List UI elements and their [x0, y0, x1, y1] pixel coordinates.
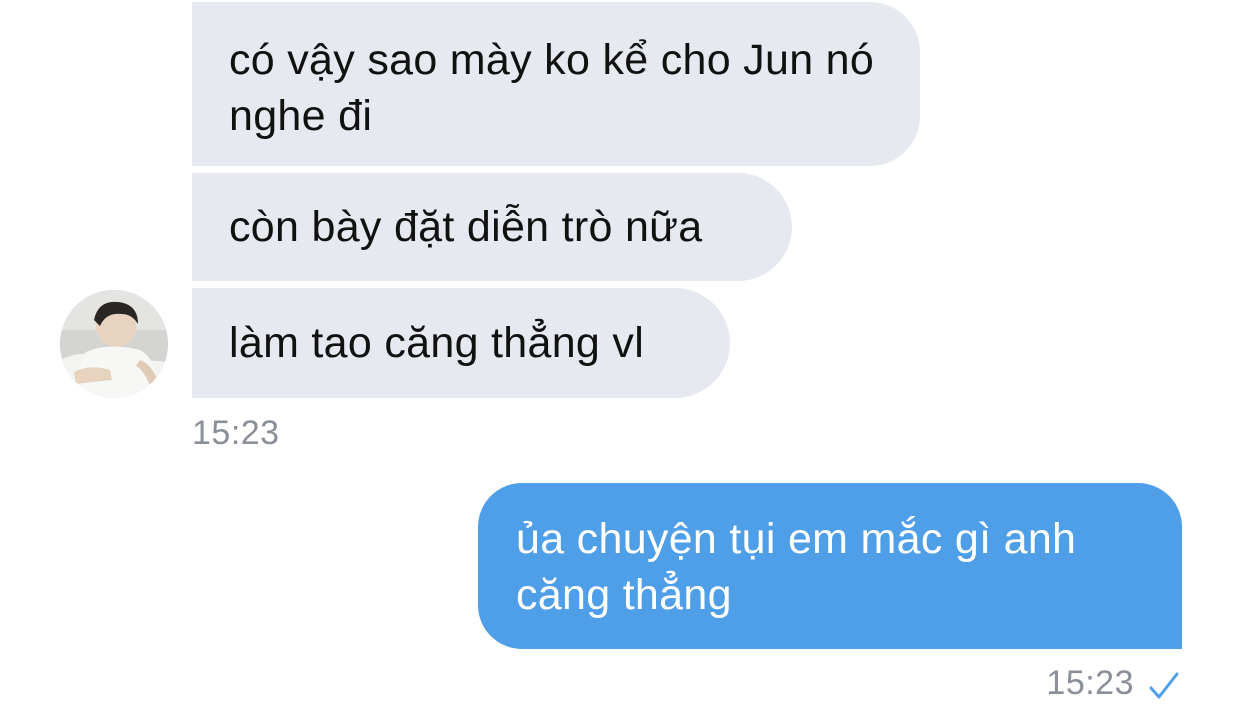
- outgoing-message[interactable]: ủa chuyện tụi em mắc gì anh căng thẳng: [478, 483, 1182, 649]
- person-photo-avatar: [60, 290, 168, 398]
- outgoing-timestamp: 15:23: [1046, 664, 1134, 702]
- incoming-message[interactable]: có vậy sao mày ko kể cho Jun nó nghe đi: [192, 2, 920, 166]
- incoming-message[interactable]: còn bày đặt diễn trò nữa: [192, 173, 792, 281]
- incoming-timestamp: 15:23: [192, 414, 280, 452]
- message-text: có vậy sao mày ko kể cho Jun nó nghe đi: [229, 36, 875, 140]
- contact-avatar[interactable]: [60, 290, 168, 398]
- message-text: còn bày đặt diễn trò nữa: [229, 203, 703, 251]
- message-text: ủa chuyện tụi em mắc gì anh căng thẳng: [516, 515, 1077, 619]
- chat-thread: có vậy sao mày ko kể cho Jun nó nghe đi …: [0, 0, 1242, 724]
- message-text: làm tao căng thẳng vl: [229, 319, 645, 367]
- incoming-message[interactable]: làm tao căng thẳng vl: [192, 288, 730, 398]
- checkmark-icon: [1149, 672, 1179, 699]
